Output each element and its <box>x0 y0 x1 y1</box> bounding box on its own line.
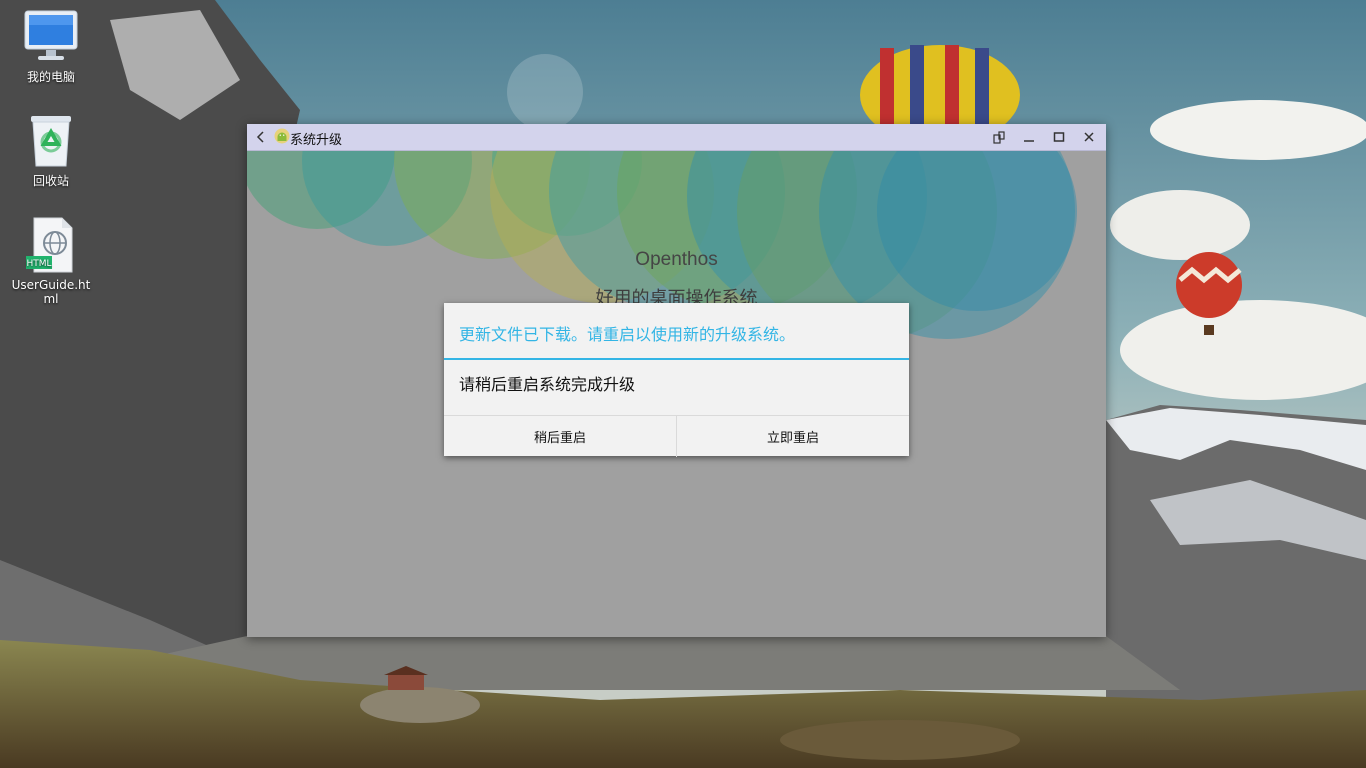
recycle-bin-icon <box>31 116 71 167</box>
minimize-icon <box>1024 140 1034 142</box>
rotate-button[interactable] <box>985 124 1013 150</box>
close-button[interactable] <box>1075 124 1103 150</box>
app-name: Openthos <box>635 249 718 270</box>
html-badge: HTML <box>26 259 51 269</box>
minimize-button[interactable] <box>1015 124 1043 150</box>
desktop: 我的电脑 回收站 HTML UserGuide.html 系统升级 Openth… <box>0 0 1366 768</box>
rotate-icon <box>993 131 1005 144</box>
restart-later-button[interactable]: 稍后重启 <box>444 416 676 457</box>
desktop-icon-my-computer[interactable]: 我的电脑 <box>5 8 97 84</box>
desktop-icon-label: 我的电脑 <box>26 70 75 84</box>
desktop-icon-label: UserGuide.html <box>11 278 91 306</box>
close-icon <box>1084 132 1094 142</box>
html-file-icon: HTML <box>26 217 73 273</box>
maximize-button[interactable] <box>1045 124 1073 150</box>
window-titlebar[interactable]: 系统升级 <box>247 124 1106 151</box>
desktop-icon-recycle-bin[interactable]: 回收站 <box>5 112 97 188</box>
dialog-message: 请稍后重启系统完成升级 <box>459 375 636 394</box>
restart-now-button[interactable]: 立即重启 <box>676 416 909 457</box>
maximize-icon <box>1053 132 1065 142</box>
dialog-button-bar: 稍后重启 立即重启 <box>444 415 909 457</box>
dialog-title: 更新文件已下载。请重启以使用新的升级系统。 <box>459 325 796 344</box>
dialog-divider <box>444 358 909 360</box>
back-button[interactable] <box>247 124 275 150</box>
window-title: 系统升级 <box>290 133 343 148</box>
restart-dialog: 更新文件已下载。请重启以使用新的升级系统。 请稍后重启系统完成升级 稍后重启 立… <box>444 303 909 457</box>
desktop-icon-userguide-html[interactable]: HTML UserGuide.html <box>5 216 97 306</box>
android-app-icon <box>274 128 290 144</box>
desktop-icon-label: 回收站 <box>32 174 69 188</box>
back-icon <box>256 131 264 143</box>
computer-icon <box>24 10 78 60</box>
